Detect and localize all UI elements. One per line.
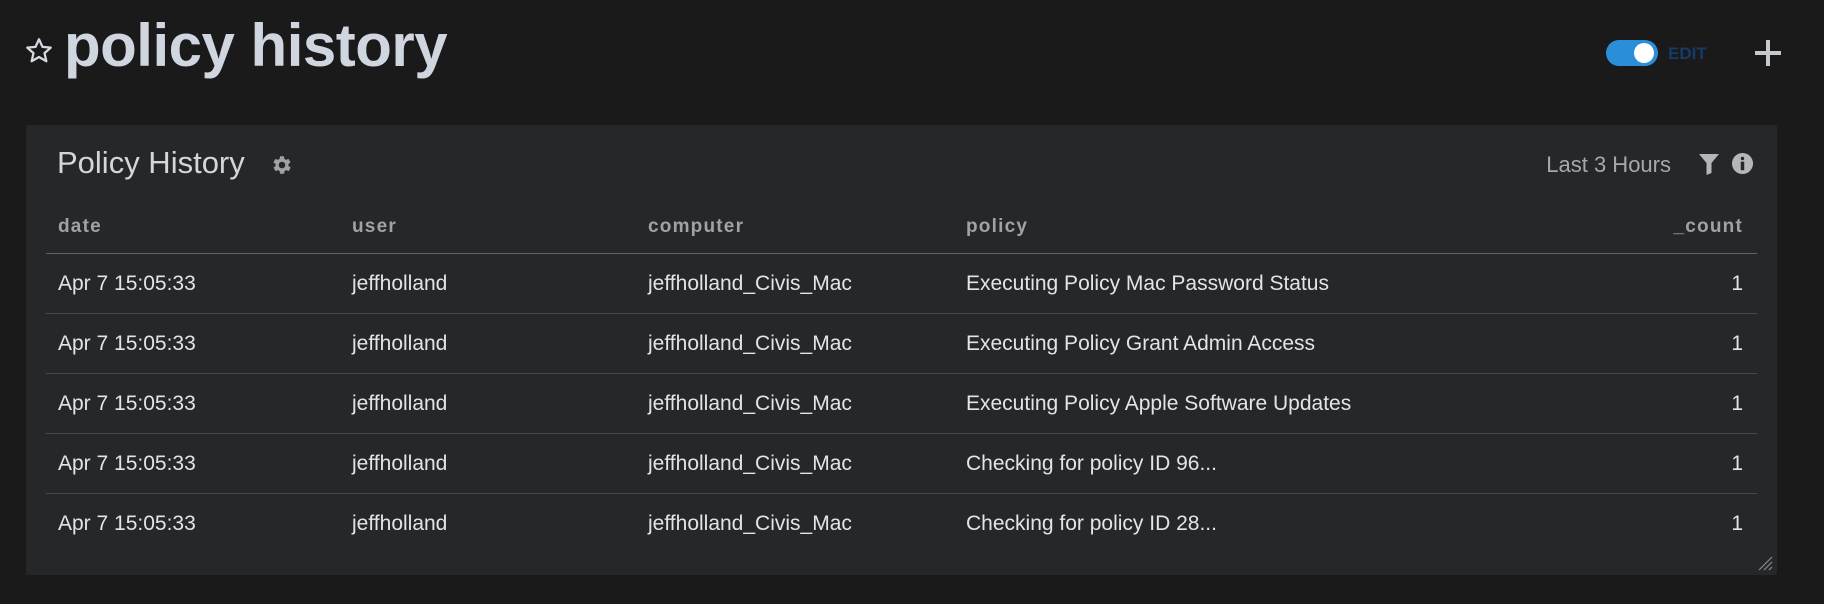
column-header-user[interactable]: user bbox=[340, 201, 636, 254]
column-header-count[interactable]: _count bbox=[1439, 201, 1757, 254]
dashboard-header: policy history EDIT bbox=[0, 0, 1824, 110]
cell-user: jeffholland bbox=[340, 313, 636, 374]
resize-handle-icon[interactable] bbox=[1757, 555, 1773, 571]
star-icon[interactable] bbox=[24, 36, 54, 66]
info-icon[interactable] bbox=[1731, 152, 1754, 175]
column-header-computer[interactable]: computer bbox=[636, 201, 954, 254]
cell-date: Apr 7 15:05:33 bbox=[58, 511, 196, 535]
cell-user: jeffholland bbox=[340, 253, 636, 314]
edit-toggle[interactable] bbox=[1606, 40, 1658, 66]
cell-policy: Checking for policy ID 28... bbox=[966, 511, 1217, 535]
cell-count: 1 bbox=[1439, 433, 1757, 494]
table-row[interactable]: Apr 7 15:05:33 jeffholland jeffholland_C… bbox=[46, 494, 1757, 554]
table-header-row: date user computer policy _count bbox=[46, 201, 1757, 254]
table-row[interactable]: Apr 7 15:05:33 jeffholland jeffholland_C… bbox=[46, 313, 1757, 374]
column-header-date[interactable]: date bbox=[46, 201, 340, 254]
cell-count: 1 bbox=[1439, 373, 1757, 434]
cell-date: Apr 7 15:05:33 bbox=[46, 373, 340, 434]
policy-history-table: date user computer policy _count Apr 7 1… bbox=[46, 201, 1757, 553]
table-row[interactable]: Apr 7 15:05:33 jeffholland jeffholland_C… bbox=[46, 253, 1757, 314]
column-header-policy[interactable]: policy bbox=[954, 201, 1439, 254]
page-title: policy history bbox=[64, 12, 448, 79]
panel-title: Policy History bbox=[57, 145, 245, 180]
edit-toggle-label[interactable]: EDIT bbox=[1668, 44, 1707, 64]
cell-date: Apr 7 15:05:33 bbox=[46, 433, 340, 494]
cell-policy: Executing Policy Mac Password Status bbox=[954, 253, 1439, 314]
cell-policy: Checking for policy ID 96... bbox=[954, 433, 1439, 494]
policy-history-panel: Policy History Last 3 Hours date user co… bbox=[26, 125, 1777, 575]
cell-user: jeffholland bbox=[340, 373, 636, 434]
cell-date: Apr 7 15:05:33 bbox=[46, 253, 340, 314]
cell-user: jeffholland bbox=[352, 511, 448, 535]
time-range-picker[interactable]: Last 3 Hours bbox=[1546, 152, 1671, 178]
gear-icon[interactable] bbox=[270, 153, 294, 177]
toggle-knob bbox=[1634, 43, 1654, 63]
cell-count: 1 bbox=[1439, 253, 1757, 314]
dashboard-page: policy history EDIT Policy History Last … bbox=[0, 0, 1824, 604]
table-row[interactable]: Apr 7 15:05:33 jeffholland jeffholland_C… bbox=[46, 373, 1757, 434]
cell-policy: Executing Policy Grant Admin Access bbox=[954, 313, 1439, 374]
cell-computer: jeffholland_Civis_Mac bbox=[636, 433, 954, 494]
plus-icon[interactable] bbox=[1752, 37, 1784, 69]
cell-user: jeffholland bbox=[340, 433, 636, 494]
cell-count: 1 bbox=[1731, 511, 1743, 535]
cell-date: Apr 7 15:05:33 bbox=[46, 313, 340, 374]
filter-icon[interactable] bbox=[1698, 152, 1720, 176]
cell-computer: jeffholland_Civis_Mac bbox=[636, 373, 954, 434]
cell-policy: Executing Policy Apple Software Updates bbox=[954, 373, 1439, 434]
cell-computer: jeffholland_Civis_Mac bbox=[648, 511, 852, 535]
table-row[interactable]: Apr 7 15:05:33 jeffholland jeffholland_C… bbox=[46, 433, 1757, 494]
cell-count: 1 bbox=[1439, 313, 1757, 374]
cell-computer: jeffholland_Civis_Mac bbox=[636, 253, 954, 314]
cell-computer: jeffholland_Civis_Mac bbox=[636, 313, 954, 374]
